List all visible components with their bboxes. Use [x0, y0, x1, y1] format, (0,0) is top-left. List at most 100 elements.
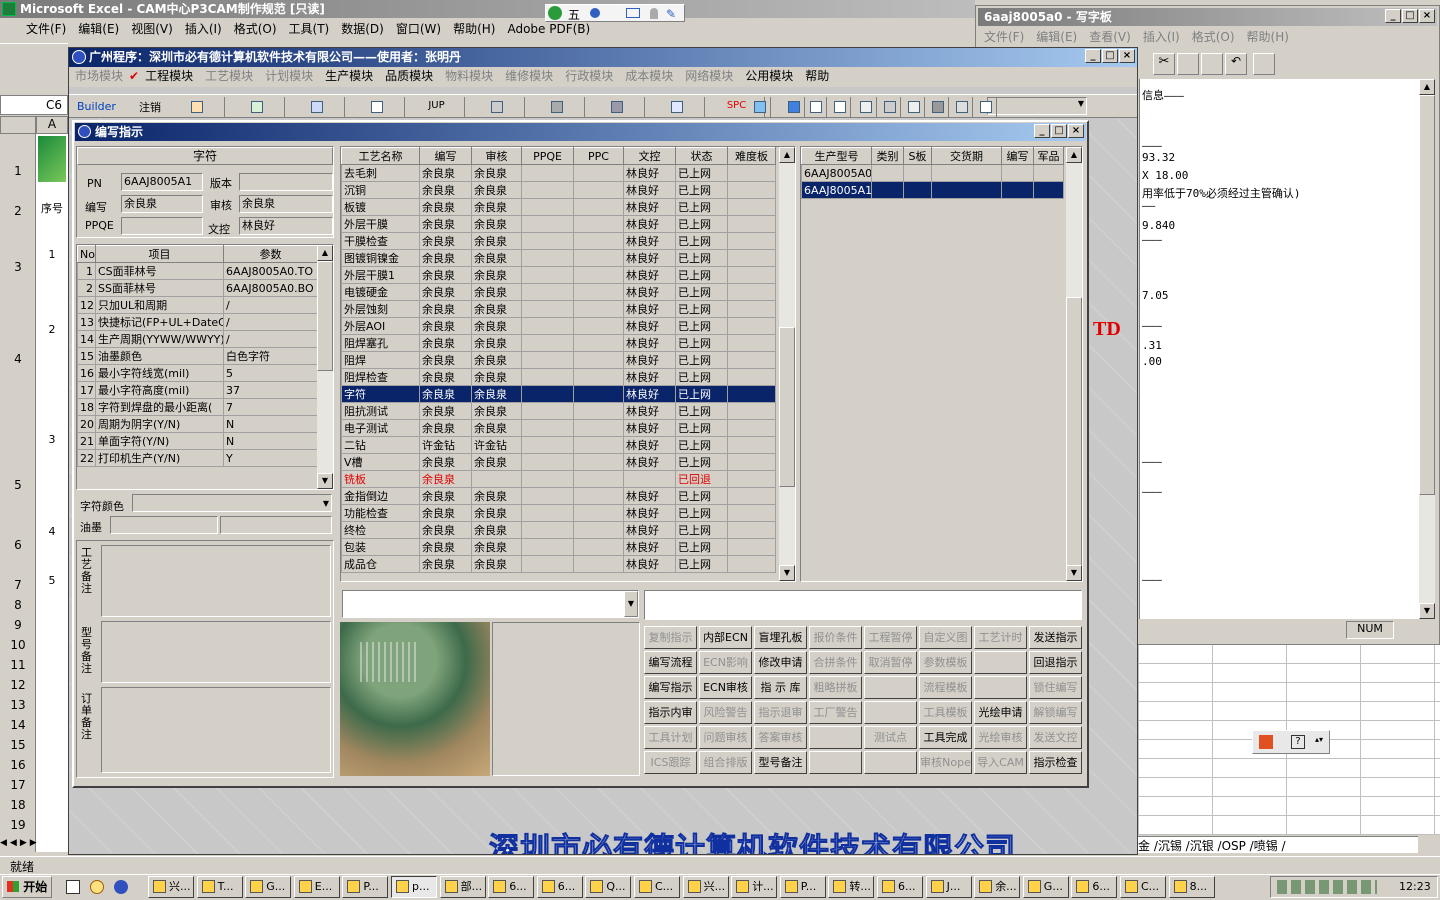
- process-cell[interactable]: [573, 198, 624, 216]
- module-menu-item[interactable]: 工程模块: [139, 67, 199, 85]
- params-cell[interactable]: N: [223, 432, 318, 450]
- module-menu-item[interactable]: 帮助: [799, 67, 835, 85]
- params-row[interactable]: 14 生产周期(YYWW/WWYY) /: [77, 330, 318, 348]
- excel-row-header[interactable]: 19: [0, 818, 36, 832]
- process-cell[interactable]: 余良泉: [471, 504, 522, 522]
- params-row[interactable]: 16 最小字符线宽(mil) 5: [77, 364, 318, 382]
- model-row[interactable]: 6AAJ8005A0: [801, 164, 1064, 182]
- process-cell[interactable]: 余良泉: [419, 521, 472, 539]
- process-cell[interactable]: [521, 181, 574, 199]
- process-cell[interactable]: 余良泉: [471, 300, 522, 318]
- process-cell[interactable]: [727, 283, 776, 301]
- params-cell[interactable]: 字符到焊盘的最小距离(: [95, 398, 224, 416]
- process-row[interactable]: 外层蚀刻 余良泉 余良泉 林良好 已上网: [341, 300, 776, 318]
- process-column-header[interactable]: PPQE: [521, 147, 574, 165]
- taskbar-item[interactable]: 计...: [731, 876, 778, 898]
- model-cell[interactable]: [1033, 164, 1064, 182]
- process-cell[interactable]: 已上网: [675, 283, 728, 301]
- module-menu-item[interactable]: 成本模块: [619, 67, 679, 85]
- toolbar-button[interactable]: JUP: [409, 97, 465, 117]
- process-cell[interactable]: 余良泉: [471, 487, 522, 505]
- author-field[interactable]: 余良泉: [121, 195, 203, 213]
- process-cell[interactable]: 已上网: [675, 215, 728, 233]
- process-cell[interactable]: [573, 368, 624, 386]
- excel-cell[interactable]: 5: [36, 574, 68, 587]
- process-cell[interactable]: 已上网: [675, 521, 728, 539]
- taskbar-item[interactable]: G...: [1022, 876, 1069, 898]
- process-row[interactable]: 功能检查 余良泉 余良泉 林良好 已上网: [341, 504, 776, 522]
- params-cell[interactable]: 20: [77, 415, 96, 433]
- process-column-header[interactable]: 难度板: [727, 147, 776, 165]
- process-cell[interactable]: [727, 521, 776, 539]
- taskbar-item[interactable]: 兴...: [682, 876, 729, 898]
- process-cell[interactable]: [521, 266, 574, 284]
- process-cell[interactable]: 余良泉: [419, 504, 472, 522]
- model-cell[interactable]: [1001, 181, 1034, 199]
- action-button[interactable]: 工厂警告: [809, 701, 862, 724]
- process-row[interactable]: 干膜检查 余良泉 余良泉 林良好 已上网: [341, 232, 776, 250]
- process-cell[interactable]: 余良泉: [419, 538, 472, 556]
- excel-row-header[interactable]: 13: [0, 698, 36, 712]
- model-column-header[interactable]: 军品: [1033, 147, 1064, 165]
- process-cell[interactable]: 已上网: [675, 317, 728, 335]
- process-cell[interactable]: 功能检查: [341, 504, 420, 522]
- process-cell[interactable]: 已上网: [675, 249, 728, 267]
- app-minimize-button[interactable]: _: [1085, 49, 1101, 63]
- ime-user-icon[interactable]: [650, 8, 658, 19]
- process-cell[interactable]: 外层AOI: [341, 317, 420, 335]
- process-cell[interactable]: 余良泉: [419, 164, 472, 182]
- copy-icon[interactable]: [1177, 53, 1199, 75]
- process-cell[interactable]: 林良好: [623, 317, 676, 335]
- process-cell[interactable]: [573, 385, 624, 403]
- process-combo[interactable]: ▼: [342, 590, 639, 618]
- module-menu-item[interactable]: 网络模块: [679, 67, 739, 85]
- params-cell[interactable]: 最小字符高度(mil): [95, 381, 224, 399]
- process-cell[interactable]: [573, 521, 624, 539]
- excel-row-header[interactable]: 10: [0, 638, 36, 652]
- excel-cell[interactable]: 4: [36, 525, 68, 538]
- builder-button[interactable]: Builder: [77, 100, 116, 113]
- process-cell[interactable]: [521, 232, 574, 250]
- wordpad-menu-item[interactable]: 格式(O): [1186, 28, 1241, 46]
- params-cell[interactable]: Y: [223, 449, 318, 467]
- model-cell[interactable]: [1033, 181, 1064, 199]
- process-cell[interactable]: [727, 555, 776, 573]
- process-cell[interactable]: [727, 453, 776, 471]
- paste-icon[interactable]: [1201, 53, 1223, 75]
- module-menu-item[interactable]: 市场模块: [69, 67, 129, 85]
- ime-toolbar[interactable]: 五 ✎: [545, 4, 685, 22]
- process-cell[interactable]: 外层蚀刻: [341, 300, 420, 318]
- process-cell[interactable]: [727, 504, 776, 522]
- excel-row-header[interactable]: 17: [0, 778, 36, 792]
- action-button[interactable]: 粗略拼板: [809, 676, 862, 699]
- action-button[interactable]: 盲埋孔板: [754, 626, 807, 649]
- process-cell[interactable]: [727, 487, 776, 505]
- process-cell[interactable]: 林良好: [623, 215, 676, 233]
- process-cell[interactable]: 林良好: [623, 181, 676, 199]
- process-cell[interactable]: [521, 351, 574, 369]
- taskbar-item[interactable]: 6...: [877, 876, 923, 898]
- process-cell[interactable]: 余良泉: [471, 249, 522, 267]
- process-cell[interactable]: [521, 555, 574, 573]
- process-cell[interactable]: 林良好: [623, 300, 676, 318]
- process-cell[interactable]: 余良泉: [419, 198, 472, 216]
- params-cell[interactable]: 单面字符(Y/N): [95, 432, 224, 450]
- process-cell[interactable]: 已上网: [675, 300, 728, 318]
- sheet-tabs[interactable]: 金 /沉锡 /沉银 /OSP /喷锡 /: [1138, 836, 1418, 853]
- params-row[interactable]: 15 油墨颜色 白色字符: [77, 347, 318, 365]
- process-cell[interactable]: 林良好: [623, 555, 676, 573]
- action-button[interactable]: 光绘申请: [974, 701, 1027, 724]
- process-row[interactable]: 字符 余良泉 余良泉 林良好 已上网: [341, 385, 776, 403]
- action-button[interactable]: 修改申请: [754, 651, 807, 674]
- process-cell[interactable]: 成品仓: [341, 555, 420, 573]
- process-cell[interactable]: 已上网: [675, 232, 728, 250]
- app-maximize-button[interactable]: □: [1102, 49, 1118, 63]
- taskbar-item[interactable]: P...: [342, 876, 389, 898]
- process-cell[interactable]: [727, 368, 776, 386]
- process-cell[interactable]: 余良泉: [419, 419, 472, 437]
- excel-row-header[interactable]: 2: [0, 204, 36, 218]
- params-cell[interactable]: 6AAJ8005A0.TO: [223, 262, 318, 280]
- excel-row-header[interactable]: 6: [0, 538, 36, 552]
- action-button[interactable]: 工具模板: [919, 701, 972, 724]
- show-desktop-icon[interactable]: [66, 880, 80, 894]
